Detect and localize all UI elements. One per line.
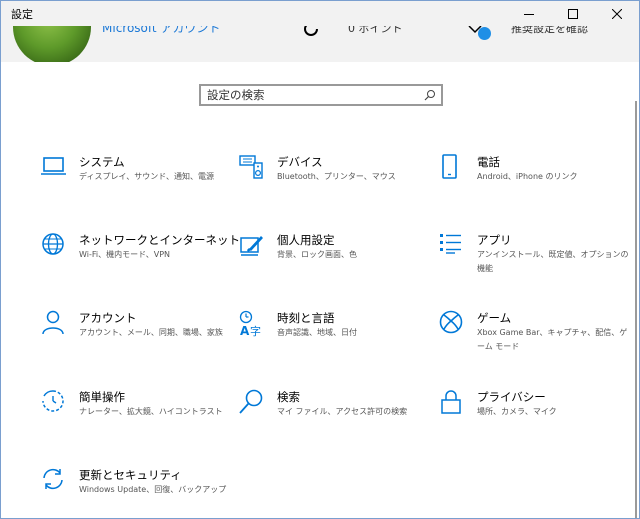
tile-privacy[interactable]: プライバシー 場所、カメラ、マイク (439, 389, 634, 453)
svg-text:字: 字 (250, 324, 261, 338)
time-language-icon: A 字 (239, 310, 261, 338)
tile-desc: アカウント、メール、同期、職場、家族 (79, 328, 223, 337)
tile-personalization[interactable]: 個人用設定 背景、ロック画面、色 (239, 232, 434, 296)
points-label[interactable]: 0 ポイント (348, 26, 403, 36)
rewards-icon (304, 26, 318, 36)
tile-name: システム (79, 155, 125, 169)
account-header: Microsoft アカウント 0 ポイント 推奨設定を確認 (1, 26, 639, 62)
tile-accounts[interactable]: アカウント アカウント、メール、同期、職場、家族 (41, 310, 236, 374)
tile-devices[interactable]: デバイス Bluetooth、プリンター、マウス (239, 154, 434, 218)
phone-icon (442, 154, 457, 179)
tile-desc: Wi-Fi、機内モード、VPN (79, 250, 171, 259)
paint-icon (240, 236, 263, 256)
microsoft-account-link[interactable]: Microsoft アカウント (102, 26, 220, 36)
tile-phone[interactable]: 電話 Android、iPhone のリンク (439, 154, 634, 218)
tile-name: デバイス (277, 155, 323, 169)
close-icon (612, 8, 622, 19)
tile-name: 個人用設定 (277, 233, 335, 247)
tile-gaming[interactable]: ゲーム Xbox Game Bar、キャプチャ、配信、ゲーム モード (439, 310, 634, 374)
tile-desc: Windows Update、回復、バックアップ (79, 485, 227, 494)
tile-desc: 場所、カメラ、マイク (477, 407, 557, 416)
tile-desc: Bluetooth、プリンター、マウス (277, 172, 396, 181)
tile-desc: 音声認識、地域、日付 (277, 328, 357, 337)
tile-name: アカウント (79, 311, 137, 325)
search-box[interactable] (199, 84, 443, 106)
tile-name: 時刻と言語 (277, 311, 335, 325)
window-title: 設定 (11, 8, 33, 21)
search-input[interactable] (207, 87, 419, 103)
title-bar: 設定 (1, 1, 639, 26)
tile-name: 検索 (277, 390, 300, 404)
minimize-icon (524, 13, 534, 15)
tile-desc: 背景、ロック画面、色 (277, 250, 357, 259)
settings-window: 設定 Microsoft アカウント 0 ポイント 推奨設定を確認 設定の検索 … (0, 0, 640, 519)
avatar[interactable] (13, 26, 91, 62)
tile-desc: ナレーター、拡大鏡、ハイコントラスト (79, 407, 223, 416)
tile-name: アプリ (477, 233, 512, 247)
tile-search[interactable]: 検索 マイ ファイル、アクセス許可の検索 (239, 389, 434, 453)
scrollbar[interactable] (635, 101, 637, 518)
tile-name: ゲーム (477, 311, 512, 325)
lock-icon (441, 390, 461, 414)
minimize-button[interactable] (507, 1, 551, 26)
maximize-icon (568, 8, 578, 19)
tile-apps[interactable]: アプリ アンインストール、既定値、オプションの機能 (439, 232, 634, 296)
tile-desc: アンインストール、既定値、オプションの機能 (477, 250, 629, 273)
ease-of-access-icon (42, 390, 64, 412)
tile-ease-of-access[interactable]: 簡単操作 ナレーター、拡大鏡、ハイコントラスト (41, 389, 236, 453)
keyboard-speaker-icon (239, 155, 263, 179)
search-icon[interactable] (423, 88, 437, 102)
tile-system[interactable]: システム ディスプレイ、サウンド、通知、電源 (41, 154, 236, 218)
tile-name: 電話 (477, 155, 500, 169)
tile-desc: Xbox Game Bar、キャプチャ、配信、ゲーム モード (477, 328, 628, 351)
svg-text:A: A (240, 324, 250, 338)
xbox-icon (439, 310, 463, 334)
maximize-button[interactable] (551, 1, 595, 26)
status-dot (478, 27, 491, 40)
sync-icon (43, 468, 63, 490)
tile-network[interactable]: ネットワークとインターネット Wi-Fi、機内モード、VPN (41, 232, 240, 296)
globe-icon (42, 233, 64, 255)
tile-name: 簡単操作 (79, 390, 125, 404)
search-icon (239, 389, 263, 414)
tile-time-language[interactable]: A 字 時刻と言語 音声認識、地域、日付 (239, 310, 434, 374)
laptop-icon (41, 157, 66, 175)
recommend-link[interactable]: 推奨設定を確認 (511, 26, 588, 36)
tile-desc: Android、iPhone のリンク (477, 172, 578, 181)
tile-name: ネットワークとインターネット (79, 233, 240, 247)
tile-desc: マイ ファイル、アクセス許可の検索 (277, 407, 408, 416)
tile-desc: ディスプレイ、サウンド、通知、電源 (79, 172, 214, 181)
tile-name: プライバシー (477, 390, 546, 404)
tile-name: 更新とセキュリティ (79, 468, 182, 482)
close-button[interactable] (595, 1, 639, 26)
apps-list-icon (440, 234, 461, 254)
person-icon (42, 310, 64, 335)
tile-update-security[interactable]: 更新とセキュリティ Windows Update、回復、バックアップ (41, 467, 236, 518)
